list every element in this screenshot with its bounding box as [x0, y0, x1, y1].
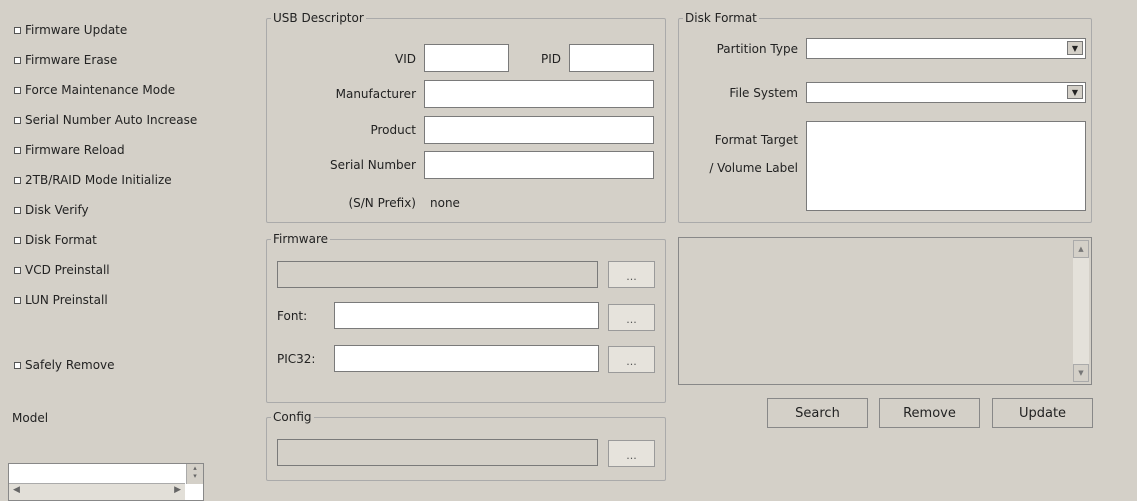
model-listbox[interactable]: ▴ ▾ ◀ ▶ — [8, 463, 204, 501]
vid-input-field[interactable] — [425, 45, 508, 71]
sn-prefix-value: none — [430, 196, 460, 210]
checkbox-box[interactable] — [14, 56, 21, 64]
serial-number-input-field[interactable] — [425, 152, 653, 178]
checkbox-lun-preinstall[interactable]: LUN Preinstall — [14, 292, 108, 308]
config-browse-button[interactable]: ... — [608, 440, 655, 467]
product-input[interactable] — [424, 116, 654, 144]
chevron-down-icon[interactable]: ▼ — [1067, 41, 1083, 55]
search-button[interactable]: Search — [767, 398, 868, 428]
serial-number-label: Serial Number — [330, 158, 416, 172]
partition-type-select[interactable]: ▼ — [806, 38, 1086, 59]
config-path-input[interactable] — [277, 439, 598, 466]
horizontal-scrollbar[interactable]: ◀ ▶ — [9, 483, 185, 500]
checkbox-label: Disk Verify — [25, 203, 89, 217]
checkbox-serial-number-auto-increase[interactable]: Serial Number Auto Increase — [14, 112, 197, 128]
checkbox-label: Serial Number Auto Increase — [25, 113, 198, 127]
model-label: Model — [12, 411, 49, 425]
log-scrollbar[interactable]: ▲ ▼ — [1073, 240, 1089, 382]
checkbox-box[interactable] — [14, 266, 21, 274]
format-target-textarea[interactable] — [806, 121, 1086, 211]
log-textarea[interactable]: ▲ ▼ — [678, 237, 1092, 385]
checkbox-box[interactable] — [14, 116, 21, 124]
font-input[interactable] — [334, 302, 599, 329]
scroll-down-icon[interactable]: ▼ — [1073, 364, 1089, 382]
vid-label: VID — [395, 52, 416, 66]
checkbox-label: LUN Preinstall — [25, 293, 108, 307]
partition-type-label: Partition Type — [716, 42, 798, 56]
checkbox-label: Safely Remove — [25, 358, 115, 372]
serial-number-input[interactable] — [424, 151, 654, 179]
font-browse-button[interactable]: ... — [608, 304, 655, 331]
format-target-label: Format Target — [714, 133, 798, 147]
checkbox-box[interactable] — [14, 26, 21, 34]
pid-input-field[interactable] — [570, 45, 653, 71]
checkbox-box[interactable] — [14, 206, 21, 214]
update-button[interactable]: Update — [992, 398, 1093, 428]
checkbox-force-maintenance-mode[interactable]: Force Maintenance Mode — [14, 82, 175, 98]
scroll-left-icon[interactable]: ◀ — [13, 485, 20, 495]
product-input-field[interactable] — [425, 117, 653, 143]
checkbox-firmware-update[interactable]: Firmware Update — [14, 22, 127, 38]
volume-label-label: / Volume Label — [709, 161, 798, 175]
font-label: Font: — [277, 309, 308, 323]
checkbox-box[interactable] — [14, 296, 21, 304]
pid-input[interactable] — [569, 44, 654, 72]
chevron-down-icon[interactable]: ▼ — [1067, 85, 1083, 99]
config-path-field[interactable] — [278, 440, 597, 465]
scroll-up-icon[interactable]: ▲ — [1073, 240, 1089, 258]
remove-button[interactable]: Remove — [879, 398, 980, 428]
checkbox-safely-remove[interactable]: Safely Remove — [14, 357, 115, 373]
file-system-select[interactable]: ▼ — [806, 82, 1086, 103]
scroll-up-icon[interactable]: ▴ — [187, 464, 203, 472]
pic32-input[interactable] — [334, 345, 599, 372]
checkbox-box[interactable] — [14, 361, 21, 369]
checkbox-label: Force Maintenance Mode — [25, 83, 176, 97]
vertical-scrollbar[interactable]: ▴ ▾ — [186, 464, 203, 484]
sn-prefix-label: (S/N Prefix) — [348, 196, 416, 210]
file-system-label: File System — [729, 86, 798, 100]
checkbox-label: Disk Format — [25, 233, 97, 247]
scroll-right-icon[interactable]: ▶ — [174, 485, 181, 495]
firmware-title: Firmware — [271, 232, 330, 246]
checkbox-label: Firmware Update — [25, 23, 128, 37]
pic32-browse-button[interactable]: ... — [608, 346, 655, 373]
config-title: Config — [271, 410, 314, 424]
checkbox-label: Firmware Erase — [25, 53, 118, 67]
checkbox-label: Firmware Reload — [25, 143, 125, 157]
manufacturer-input[interactable] — [424, 80, 654, 108]
checkbox-firmware-erase[interactable]: Firmware Erase — [14, 52, 117, 68]
checkbox-vcd-preinstall[interactable]: VCD Preinstall — [14, 262, 110, 278]
checkbox-box[interactable] — [14, 86, 21, 94]
pic32-input-field[interactable] — [335, 346, 598, 371]
checkbox-label: VCD Preinstall — [25, 263, 110, 277]
usb-descriptor-title: USB Descriptor — [271, 11, 366, 25]
manufacturer-label: Manufacturer — [335, 87, 416, 101]
checkbox-box[interactable] — [14, 236, 21, 244]
manufacturer-input-field[interactable] — [425, 81, 653, 107]
scroll-down-icon[interactable]: ▾ — [187, 472, 203, 480]
checkbox-box[interactable] — [14, 176, 21, 184]
firmware-browse-button[interactable]: ... — [608, 261, 655, 288]
checkbox-disk-format[interactable]: Disk Format — [14, 232, 97, 248]
font-input-field[interactable] — [335, 303, 598, 328]
pid-label: PID — [540, 52, 561, 66]
product-label: Product — [370, 123, 416, 137]
disk-format-title: Disk Format — [683, 11, 759, 25]
checkbox-2tb-raid-mode-initialize[interactable]: 2TB/RAID Mode Initialize — [14, 172, 172, 188]
checkbox-label: 2TB/RAID Mode Initialize — [25, 173, 172, 187]
firmware-path-field[interactable] — [278, 262, 597, 287]
vid-input[interactable] — [424, 44, 509, 72]
firmware-path-input[interactable] — [277, 261, 598, 288]
checkbox-disk-verify[interactable]: Disk Verify — [14, 202, 89, 218]
pic32-label: PIC32: — [277, 352, 316, 366]
checkbox-firmware-reload[interactable]: Firmware Reload — [14, 142, 125, 158]
checkbox-box[interactable] — [14, 146, 21, 154]
